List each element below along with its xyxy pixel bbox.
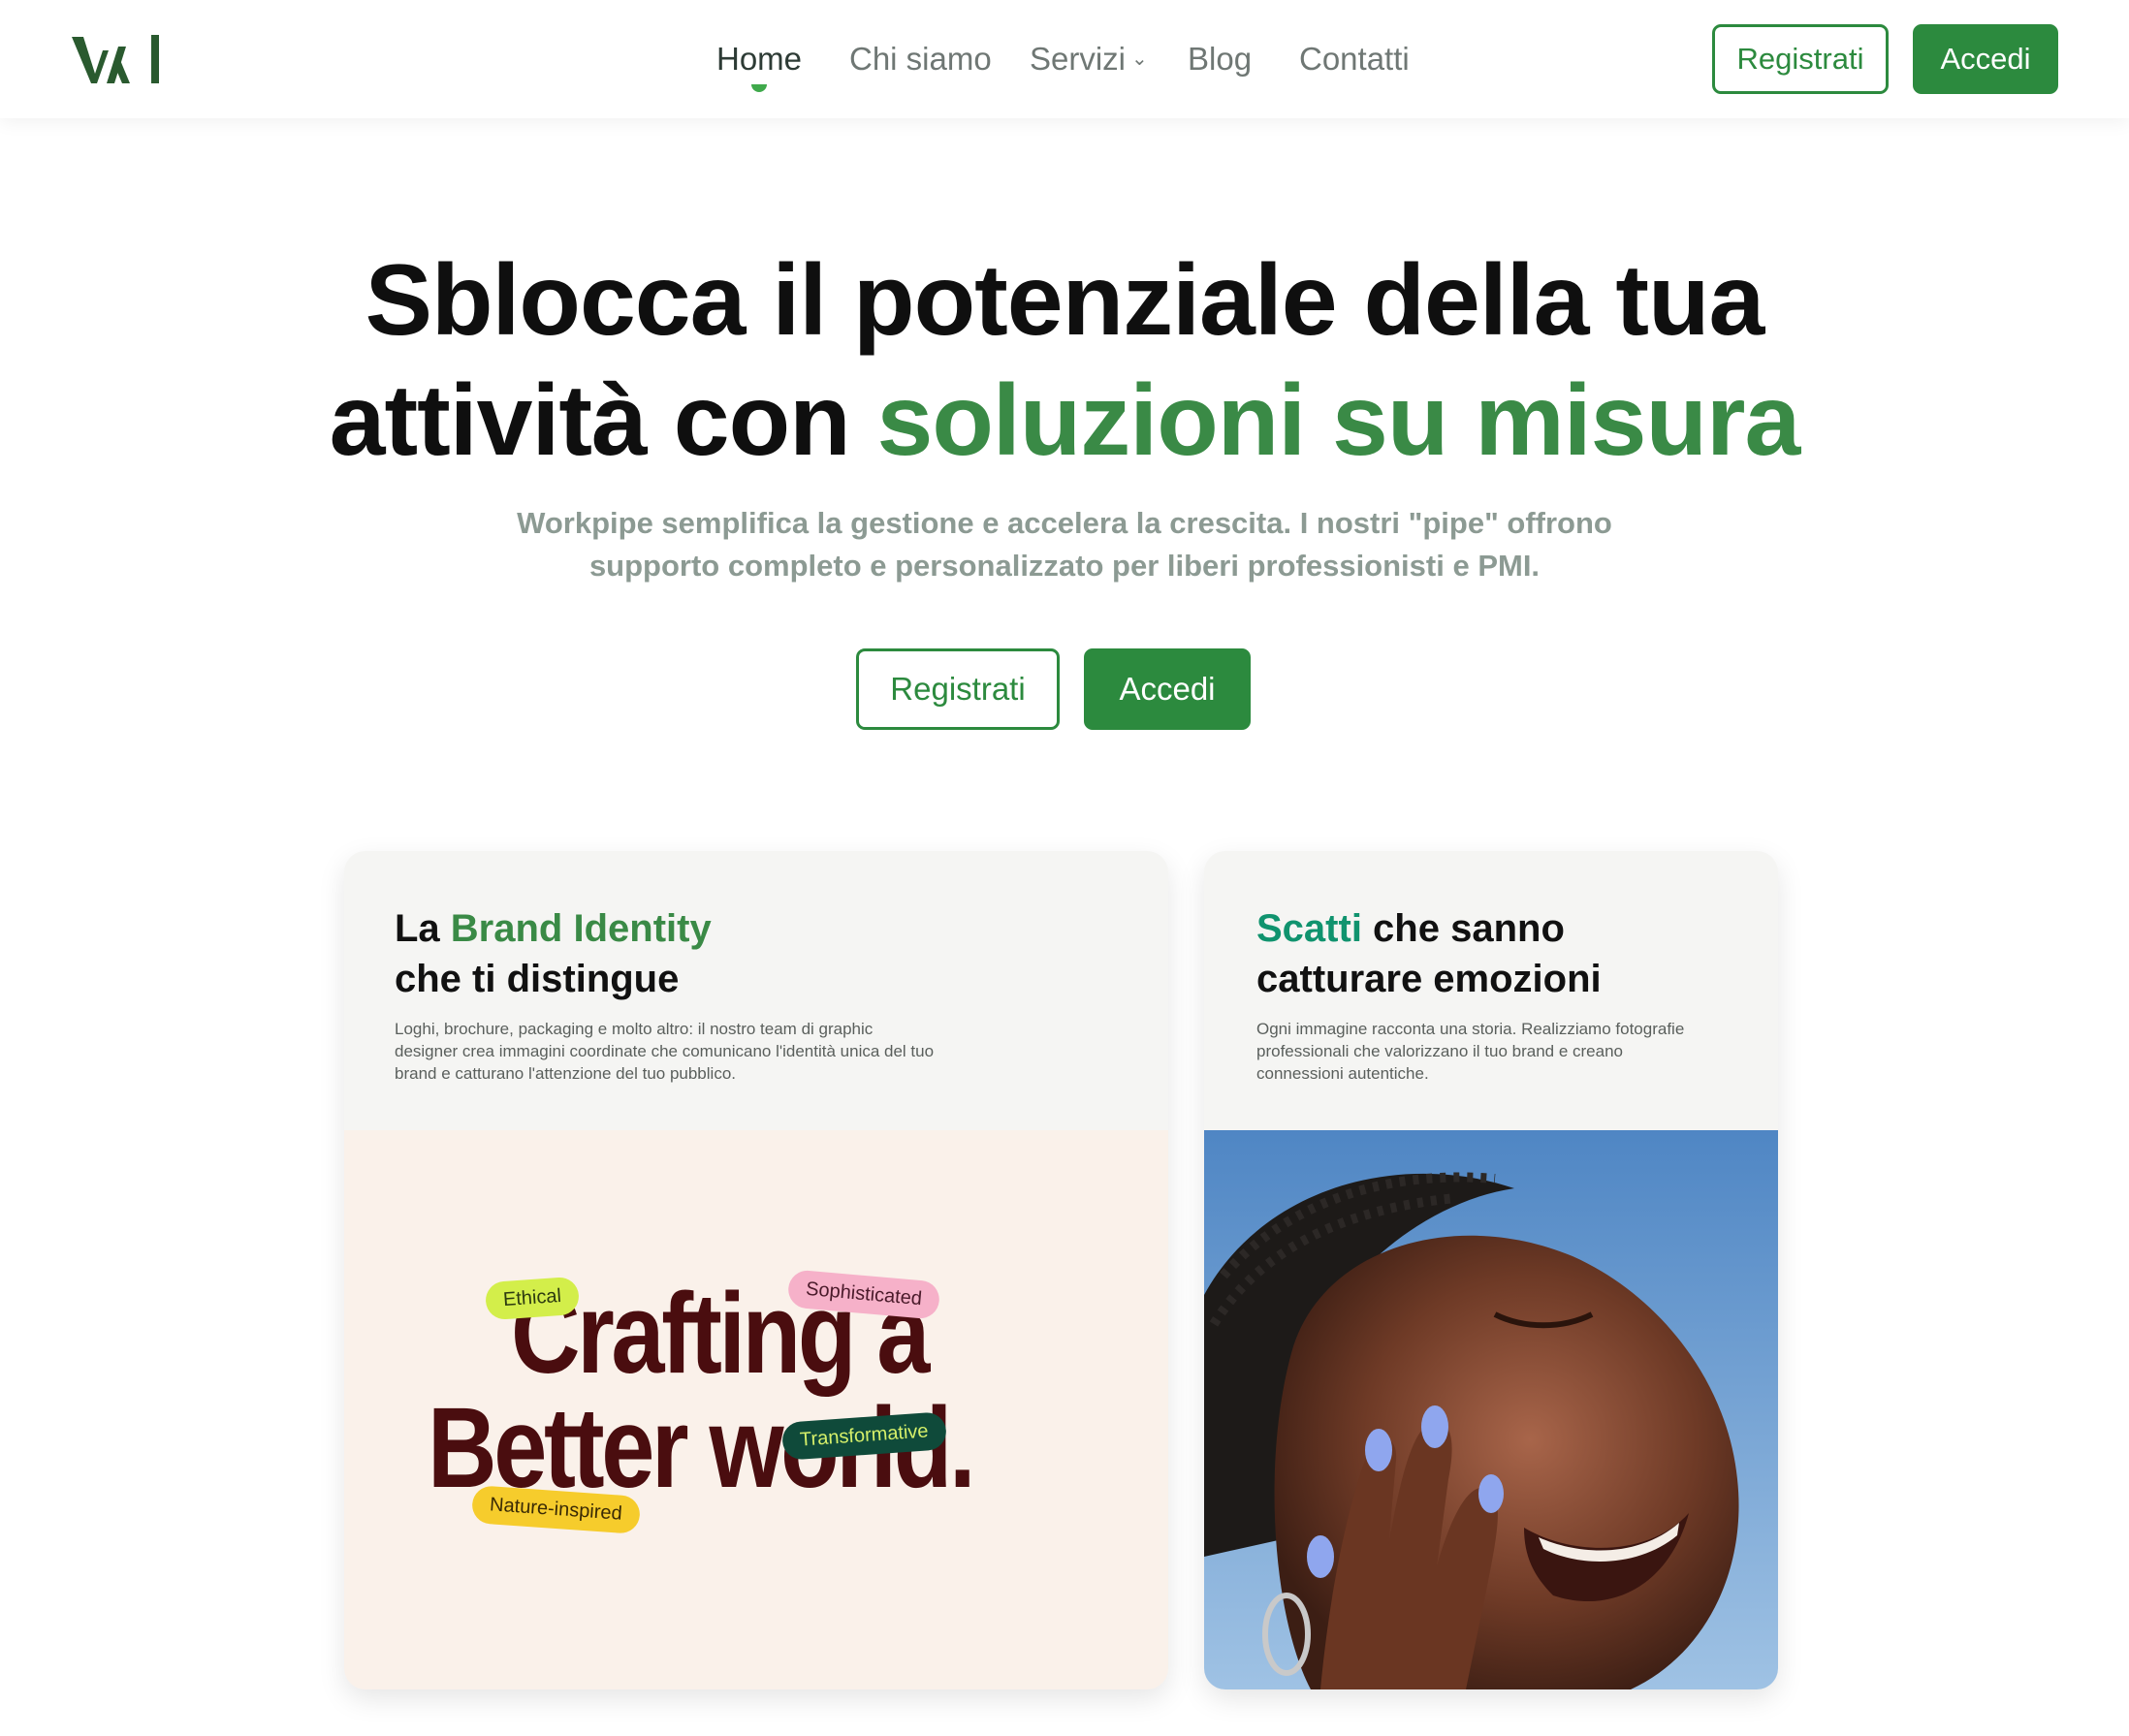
tag-ethical: Ethical [484, 1276, 581, 1321]
photo-desc-line3: connessioni autentiche. [1256, 1064, 1429, 1083]
header-login-button[interactable]: Accedi [1913, 24, 2058, 94]
nav-servizi[interactable]: Servizi ⌄ [1030, 39, 1148, 81]
hero-register-button[interactable]: Registrati [856, 648, 1060, 730]
brand-desc-line3: brand e catturano l'attenzione del tuo p… [395, 1064, 736, 1083]
photo-card-title: Scatti che sanno catturare emozioni [1256, 903, 1684, 1004]
brand-card-description: Loghi, brochure, packaging e molto altro… [395, 1018, 934, 1085]
brand-identity-image: Crafting a Better world. Ethical Sophist… [344, 1130, 1168, 1689]
photo-title-highlight: Scatti [1256, 907, 1362, 950]
photo-title-suffix: che sanno [1361, 907, 1565, 950]
nav-blog[interactable]: Blog [1188, 39, 1252, 79]
brand-title-prefix: La [395, 907, 451, 950]
photo-desc-line2: professionali che valorizzano il tuo bra… [1256, 1042, 1624, 1060]
photo-desc-line1: Ogni immagine racconta una storia. Reali… [1256, 1020, 1685, 1038]
brand-desc-line2: designer crea immagini coordinate che co… [395, 1042, 935, 1060]
nav-chi-siamo[interactable]: Chi siamo [849, 39, 992, 79]
hero-title: Sblocca il potenziale della tua attività… [0, 240, 2129, 481]
hero-subtitle: Workpipe semplifica la gestione e accele… [0, 502, 2129, 587]
hero-login-button[interactable]: Accedi [1084, 648, 1251, 730]
nav-contatti[interactable]: Contatti [1299, 39, 1410, 79]
photo-title-line2: catturare emozioni [1256, 958, 1602, 1000]
hero-title-line2: attività con [329, 364, 877, 477]
chevron-down-icon: ⌄ [1131, 48, 1148, 71]
hero-subtitle-line2: supporto completo e personalizzato per l… [588, 549, 1541, 583]
active-indicator [751, 84, 768, 92]
hero-title-line1: Sblocca il potenziale della tua [365, 244, 1765, 357]
photo-card-header: Scatti che sanno catturare emozioni Ogni… [1256, 903, 1684, 1085]
photography-card[interactable]: Scatti che sanno catturare emozioni Ogni… [1204, 851, 1778, 1689]
site-header: Home Chi siamo Servizi ⌄ Blog Contatti Re… [0, 0, 2129, 118]
brand-title-line2: che ti distingue [395, 958, 680, 1000]
nav-servizi-label: Servizi [1030, 41, 1127, 77]
hero-title-highlight: soluzioni su misura [876, 364, 1801, 477]
nav-home-label: Home [716, 41, 803, 77]
smiling-woman-photo [1204, 1130, 1778, 1689]
hero-subtitle-line1: Workpipe semplifica la gestione e accele… [517, 506, 1612, 540]
brand-title-highlight: Brand Identity [450, 907, 712, 950]
photo-card-description: Ogni immagine racconta una storia. Reali… [1256, 1018, 1684, 1085]
brand-identity-card[interactable]: La Brand Identity che ti distingue Loghi… [344, 851, 1168, 1689]
header-register-button[interactable]: Registrati [1712, 24, 1889, 94]
brand-card-title: La Brand Identity che ti distingue [395, 903, 934, 1004]
nav-home[interactable]: Home [716, 39, 803, 92]
brand-card-header: La Brand Identity che ti distingue Loghi… [395, 903, 934, 1085]
brand-desc-line1: Loghi, brochure, packaging e molto altro… [395, 1020, 874, 1038]
